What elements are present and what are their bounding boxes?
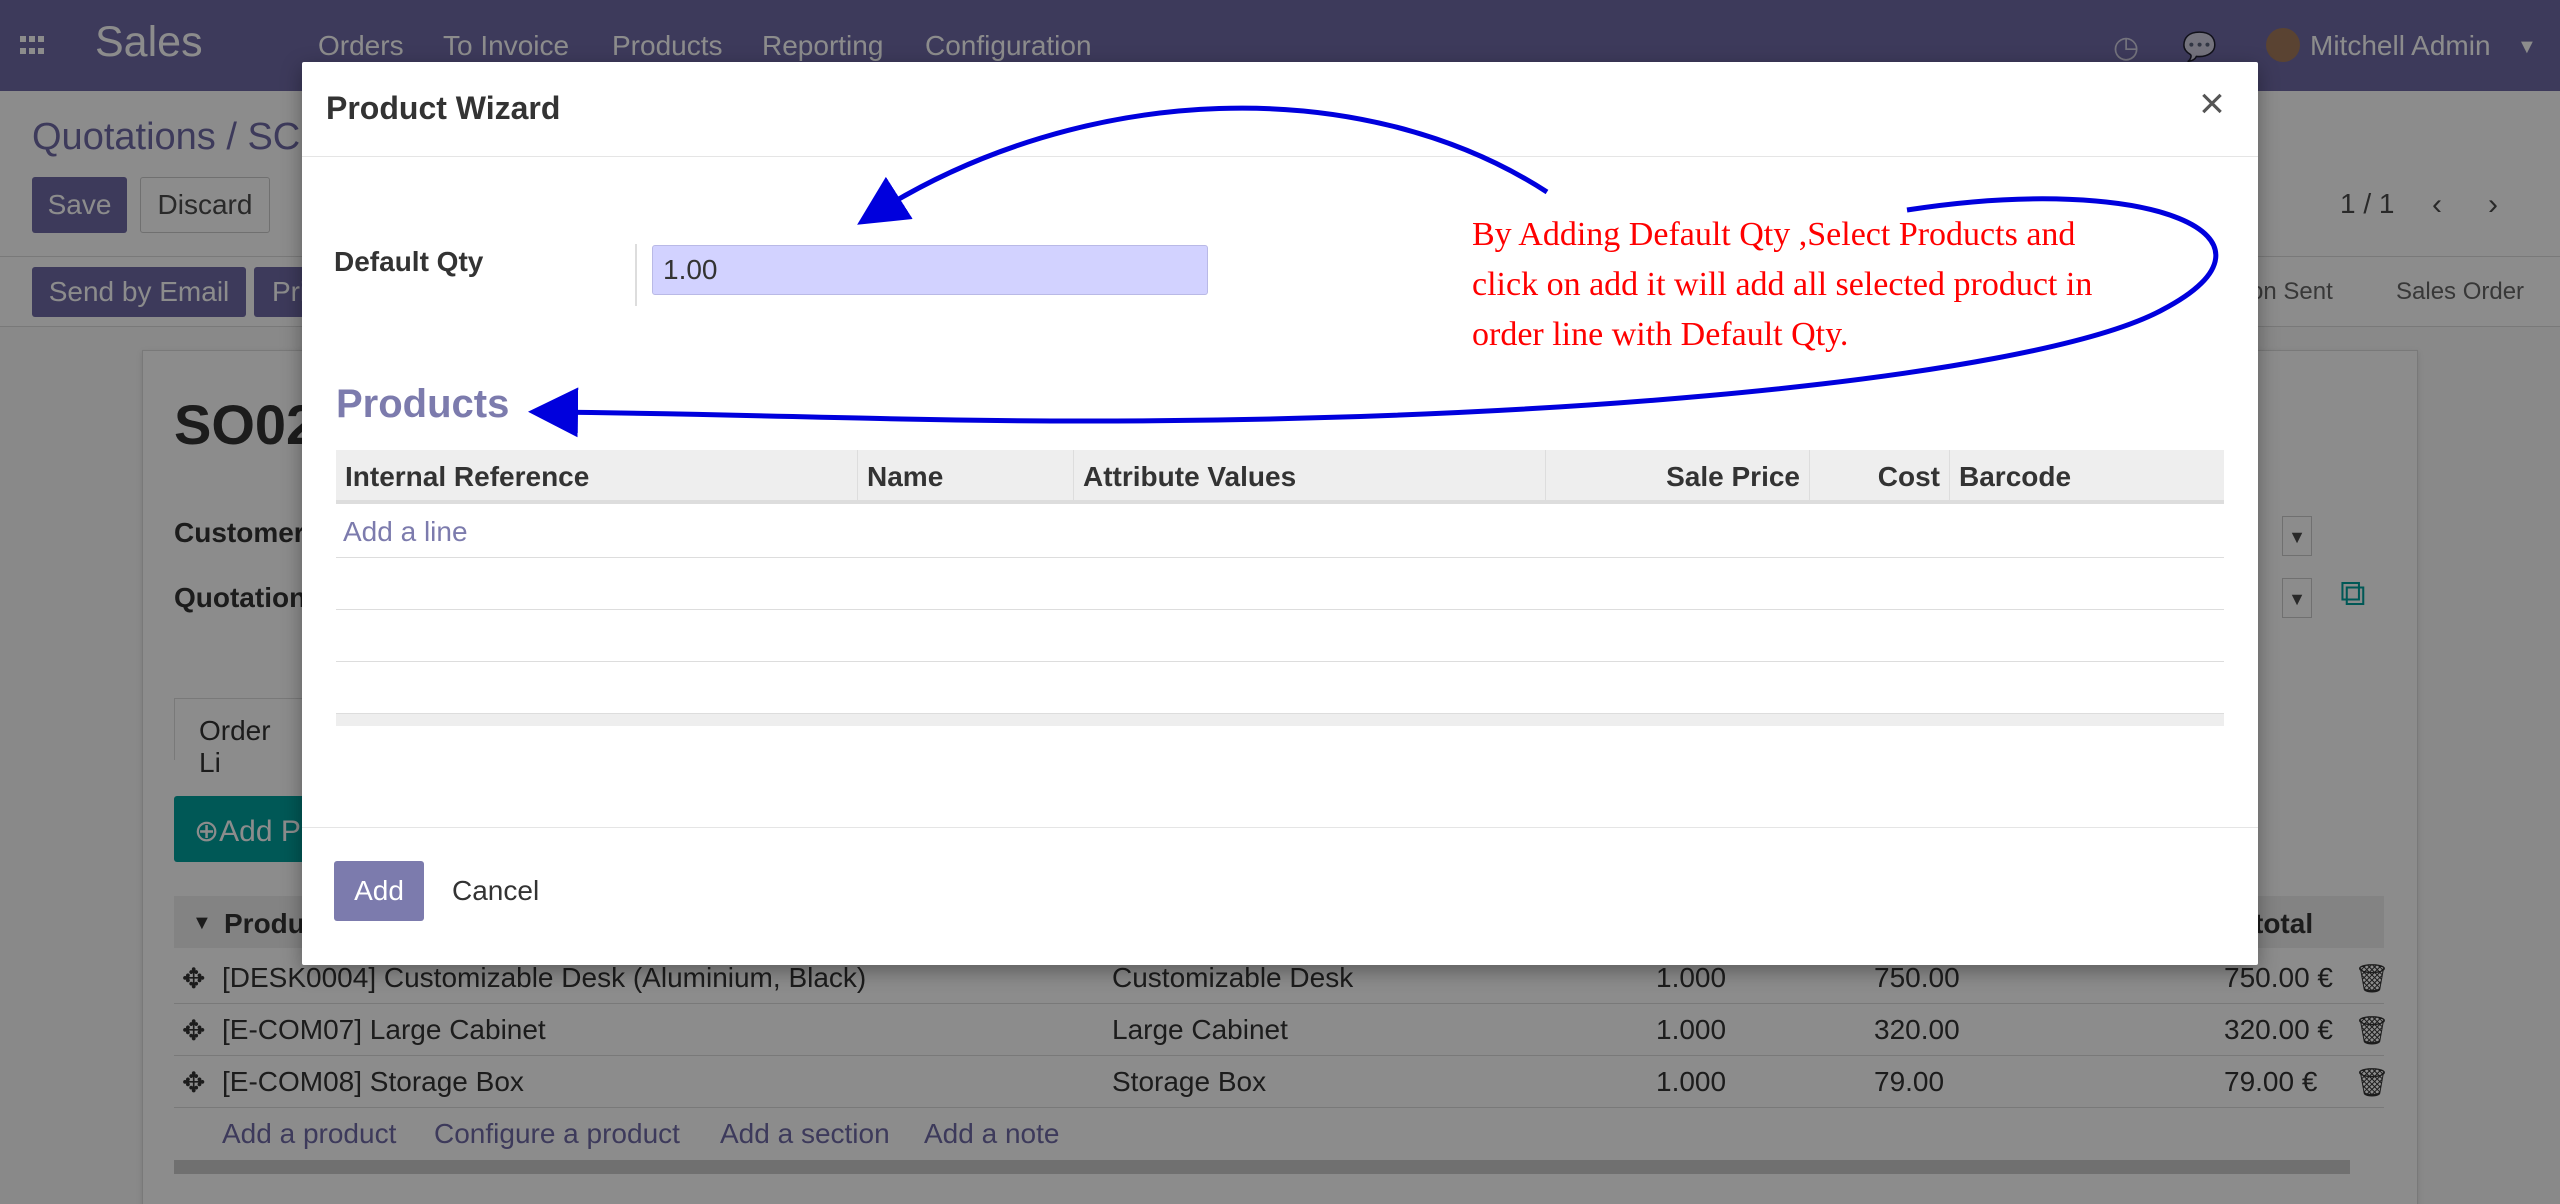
table-row [336,662,2224,714]
add-line-row: Add a line [336,506,2224,558]
default-qty-label: Default Qty [334,246,484,277]
annotation-text: By Adding Default Qty ,Select Products a… [1472,210,2192,360]
products-grid-footer [336,714,2224,726]
products-grid-header: Internal Reference Name Attribute Values… [336,450,2224,504]
modal-footer: Add Cancel [302,827,2258,965]
products-section-title: Products [336,382,510,426]
col-attribute-values[interactable]: Attribute Values [1074,450,1546,500]
field-divider [635,244,637,306]
add-button[interactable]: Add [334,861,424,921]
default-qty-input[interactable] [652,245,1208,295]
table-row [336,610,2224,662]
col-cost[interactable]: Cost [1810,450,1950,500]
modal-title: Product Wizard [326,90,561,126]
annotation-line-3: order line with Default Qty. [1472,316,1849,353]
annotation-line-1: By Adding Default Qty ,Select Products a… [1472,216,2076,253]
modal-header: Product Wizard × [302,62,2258,157]
annotation-line-2: click on add it will add all selected pr… [1472,266,2093,303]
close-icon[interactable]: × [2192,82,2232,126]
col-barcode[interactable]: Barcode [1950,450,2224,500]
product-wizard-modal: Product Wizard × Default Qty Products In… [302,62,2258,965]
col-name[interactable]: Name [858,450,1074,500]
table-row [336,558,2224,610]
col-sale-price[interactable]: Sale Price [1546,450,1810,500]
cancel-button[interactable]: Cancel [452,861,539,921]
add-a-line-link[interactable]: Add a line [343,516,468,548]
col-internal-reference[interactable]: Internal Reference [336,450,858,500]
